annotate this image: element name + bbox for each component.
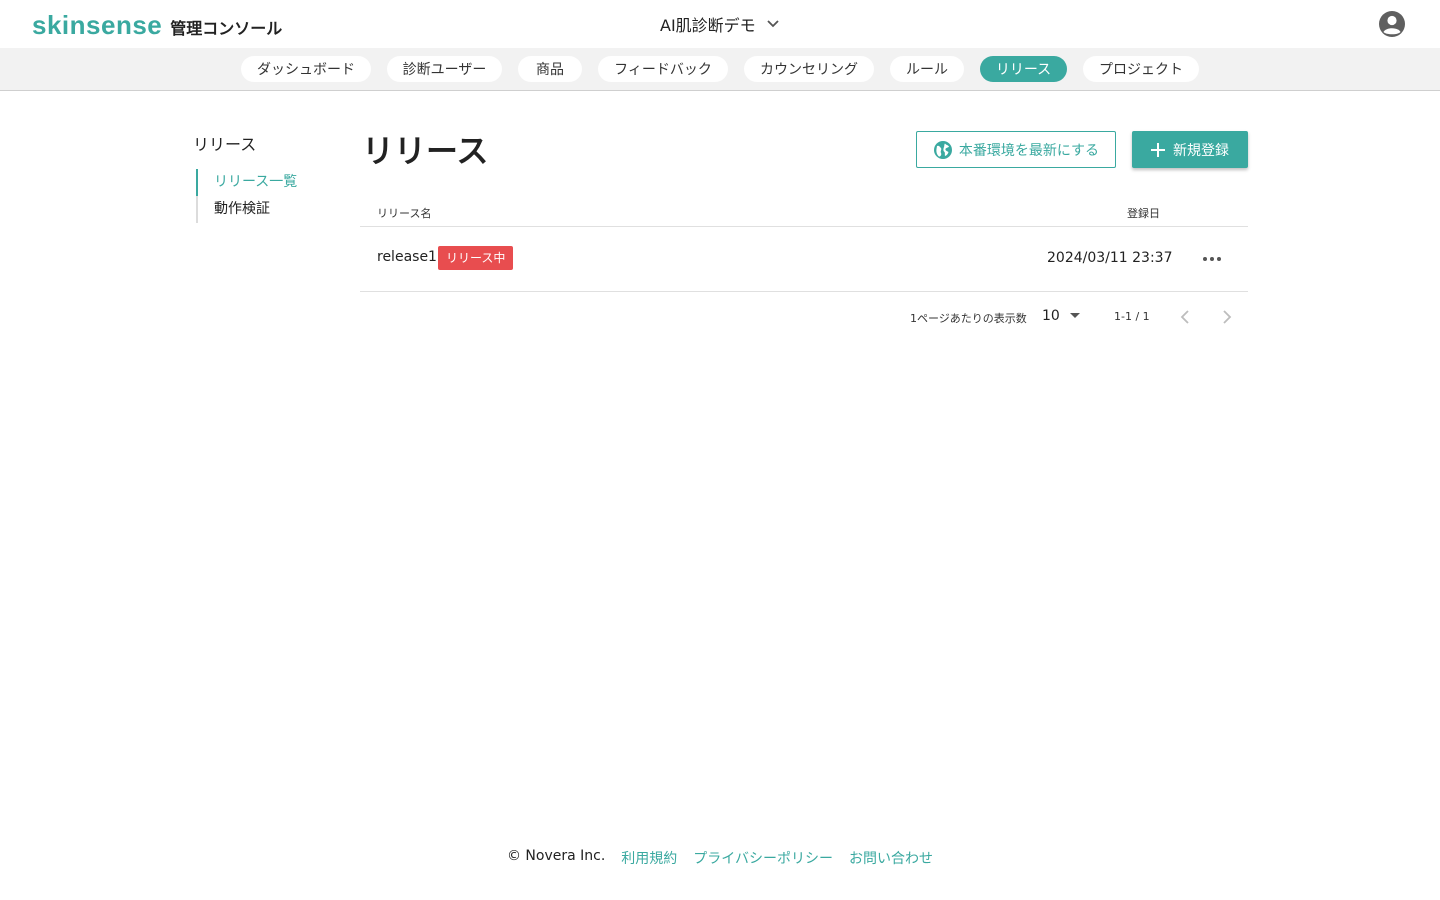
chevron-right-icon[interactable] (1217, 308, 1235, 326)
update-production-label: 本番環境を最新にする (958, 142, 1100, 159)
caret-down-icon (1069, 313, 1080, 318)
tab-counseling[interactable]: カウンセリング (744, 56, 874, 82)
rows-per-page-select[interactable]: 10 (1042, 308, 1080, 324)
project-name: AI肌診断デモ (660, 16, 756, 35)
row-divider (360, 291, 1248, 292)
tab-feedback[interactable]: フィードバック (598, 56, 728, 82)
release-date: 2024/03/11 23:37 (1047, 250, 1173, 266)
more-horizontal-icon[interactable] (1200, 250, 1224, 268)
footer-link-terms[interactable]: 利用規約 (621, 848, 677, 868)
project-switcher[interactable]: AI肌診断デモ (660, 12, 780, 36)
chevron-down-icon (767, 20, 779, 28)
main-nav: ダッシュボード 診断ユーザー 商品 フィードバック カウンセリング ルール リリ… (0, 48, 1440, 91)
status-badge: リリース中 (438, 246, 514, 270)
pagination-range: 1-1 / 1 (1114, 310, 1150, 323)
sidebar-item-release-list[interactable]: リリース一覧 (195, 169, 297, 196)
globe-icon (933, 140, 952, 159)
header-divider (360, 226, 1248, 227)
sidebar-nav: リリース一覧 動作検証 (195, 169, 297, 223)
footer: © Novera Inc. 利用規約 プライバシーポリシー お問い合わせ (0, 848, 1440, 868)
footer-link-contact[interactable]: お問い合わせ (849, 848, 933, 868)
release-name: release1 (377, 249, 437, 265)
tab-products[interactable]: 商品 (518, 56, 582, 82)
account-circle-icon[interactable] (1378, 10, 1406, 38)
tab-release[interactable]: リリース (980, 56, 1067, 82)
column-header-name: リリース名 (377, 207, 432, 220)
copyright: © Novera Inc. (506, 848, 606, 864)
update-production-button[interactable]: 本番環境を最新にする (916, 131, 1116, 168)
rows-per-page-value: 10 (1042, 308, 1060, 324)
brand-logo: skinsense (32, 10, 163, 40)
tab-rules[interactable]: ルール (890, 56, 964, 82)
brand-subtitle: 管理コンソール (170, 19, 283, 38)
app-header: skinsense 管理コンソール AI肌診断デモ (0, 0, 1440, 48)
chevron-left-icon[interactable] (1177, 308, 1195, 326)
tab-diagnosis-users[interactable]: 診断ユーザー (387, 56, 502, 82)
sidebar-item-verification[interactable]: 動作検証 (198, 196, 297, 223)
tab-dashboard[interactable]: ダッシュボード (241, 56, 371, 82)
page-title: リリース (362, 132, 489, 170)
footer-link-privacy[interactable]: プライバシーポリシー (693, 848, 833, 868)
brand[interactable]: skinsense 管理コンソール (32, 10, 282, 41)
tab-projects[interactable]: プロジェクト (1083, 56, 1199, 82)
sidebar-title: リリース (193, 135, 257, 154)
rows-per-page-label: 1ページあたりの表示数 (910, 312, 1027, 325)
create-new-label: 新規登録 (1173, 142, 1229, 159)
plus-icon (1151, 142, 1165, 157)
create-new-button[interactable]: 新規登録 (1132, 131, 1248, 168)
column-header-date: 登録日 (1127, 207, 1160, 220)
